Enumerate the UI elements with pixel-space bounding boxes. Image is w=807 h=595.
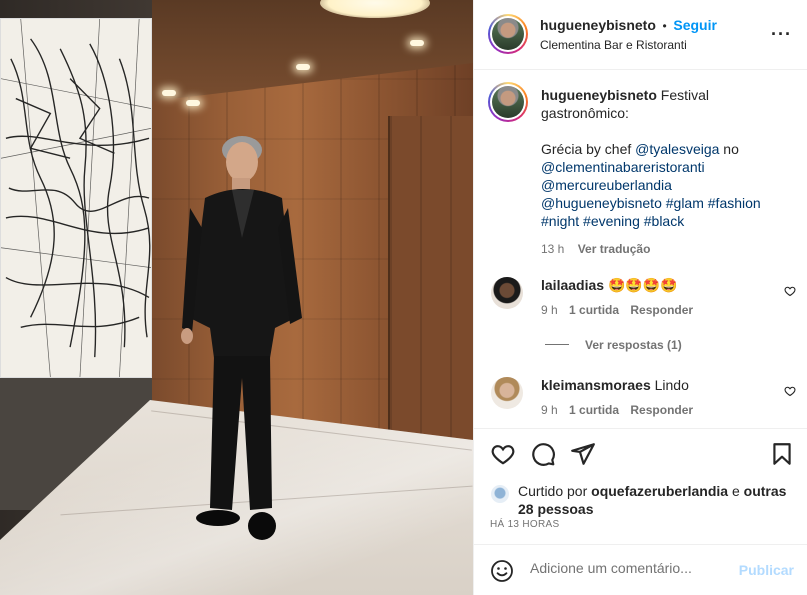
caption-username[interactable]: hugueneybisneto: [541, 87, 657, 103]
caption: hugueneybisneto Festival gastronômico: G…: [541, 86, 791, 258]
post-header: hugueneybisneto • Seguir Clementina Bar …: [474, 0, 807, 70]
commenter-avatar[interactable]: [491, 377, 523, 409]
view-replies-button[interactable]: Ver respostas (1): [585, 338, 682, 352]
wood-door: [388, 116, 473, 446]
abstract-artwork: [0, 18, 152, 378]
ceiling-spotlight: [186, 100, 200, 106]
instagram-post: hugueneybisneto • Seguir Clementina Bar …: [0, 0, 807, 595]
emoji-icon[interactable]: [490, 559, 514, 583]
comment-text: 🤩🤩🤩🤩: [607, 277, 678, 293]
comment-time[interactable]: 9 h: [541, 303, 558, 317]
mention-link[interactable]: @clementinabareristoranti: [541, 159, 705, 175]
replies-line: [545, 344, 569, 345]
liker-username[interactable]: oquefazeruberlandia: [591, 483, 728, 499]
mention-link[interactable]: @tyalesveiga: [635, 141, 719, 157]
comment-time[interactable]: 9 h: [541, 403, 558, 417]
bookmark-icon[interactable]: [769, 441, 795, 467]
caption-meta: 13 h Ver tradução: [541, 240, 791, 258]
separator-dot: •: [662, 19, 667, 33]
comment-bar: Publicar: [474, 544, 807, 595]
caption-avatar[interactable]: [492, 86, 524, 118]
post-side-panel: hugueneybisneto • Seguir Clementina Bar …: [473, 0, 807, 595]
likes-summary: Curtido por oquefazeruberlandia e outras…: [490, 482, 790, 518]
comment-likes[interactable]: 1 curtida: [569, 303, 619, 317]
comment-likes[interactable]: 1 curtida: [569, 403, 619, 417]
publish-button[interactable]: Publicar: [739, 562, 794, 578]
reply-button[interactable]: Responder: [630, 303, 693, 317]
follow-button[interactable]: Seguir: [673, 17, 717, 33]
caption-time[interactable]: 13 h: [541, 242, 564, 256]
comment-text: Lindo: [654, 377, 689, 393]
reply-button[interactable]: Responder: [630, 403, 693, 417]
comment-like-icon[interactable]: [784, 285, 796, 297]
author-username[interactable]: hugueneybisneto: [540, 17, 656, 33]
hashtag-links[interactable]: #glam #fashion: [662, 195, 761, 211]
comment-2-text-line: kleimansmoraes Lindo: [541, 377, 689, 393]
ceiling-spotlight: [410, 40, 424, 46]
caption-chef-line: Grécia by chef @tyalesveiga no: [541, 140, 791, 158]
translate-link[interactable]: Ver tradução: [578, 242, 651, 256]
post-timestamp[interactable]: HÁ 13 HORAS: [490, 519, 559, 530]
likes-conjunction: e: [728, 483, 744, 499]
comment-icon[interactable]: [530, 441, 556, 467]
man-in-black-suit: [181, 136, 302, 540]
caption-first-line: hugueneybisneto Festival gastronômico:: [541, 86, 791, 122]
liker-avatar[interactable]: [490, 484, 510, 504]
more-options-icon[interactable]: ···: [771, 24, 792, 45]
comment-1-meta: 9 h 1 curtida Responder: [541, 303, 693, 317]
likes-text: Curtido por oquefazeruberlandia e outras…: [490, 482, 790, 518]
hashtag-links[interactable]: #night #evening #black: [541, 213, 684, 229]
header-user-line: hugueneybisneto • Seguir: [540, 17, 717, 33]
caption-text: Grécia by chef: [541, 141, 636, 157]
comment-input[interactable]: [530, 560, 730, 576]
action-bar: [474, 428, 807, 480]
comment-1-text-line: lailaadias 🤩🤩🤩🤩: [541, 277, 678, 294]
location-link[interactable]: Clementina Bar e Ristoranti: [540, 38, 687, 52]
caption-text: no: [719, 141, 739, 157]
mention-link[interactable]: @mercureuberlandia: [541, 177, 672, 193]
commenter-username[interactable]: lailaadias: [541, 277, 604, 293]
comment-2-meta: 9 h 1 curtida Responder: [541, 403, 693, 417]
ceiling-spotlight: [162, 90, 176, 96]
commenter-username[interactable]: kleimansmoraes: [541, 377, 651, 393]
ceiling-spotlight: [296, 64, 310, 70]
comment-like-icon[interactable]: [784, 385, 796, 397]
send-icon[interactable]: [570, 441, 596, 467]
likes-prefix: Curtido por: [518, 483, 588, 499]
commenter-avatar[interactable]: [491, 277, 523, 309]
author-avatar[interactable]: [492, 18, 524, 50]
post-photo[interactable]: [0, 0, 473, 595]
mention-link[interactable]: @hugueneybisneto: [541, 195, 662, 211]
heart-icon[interactable]: [490, 441, 516, 467]
